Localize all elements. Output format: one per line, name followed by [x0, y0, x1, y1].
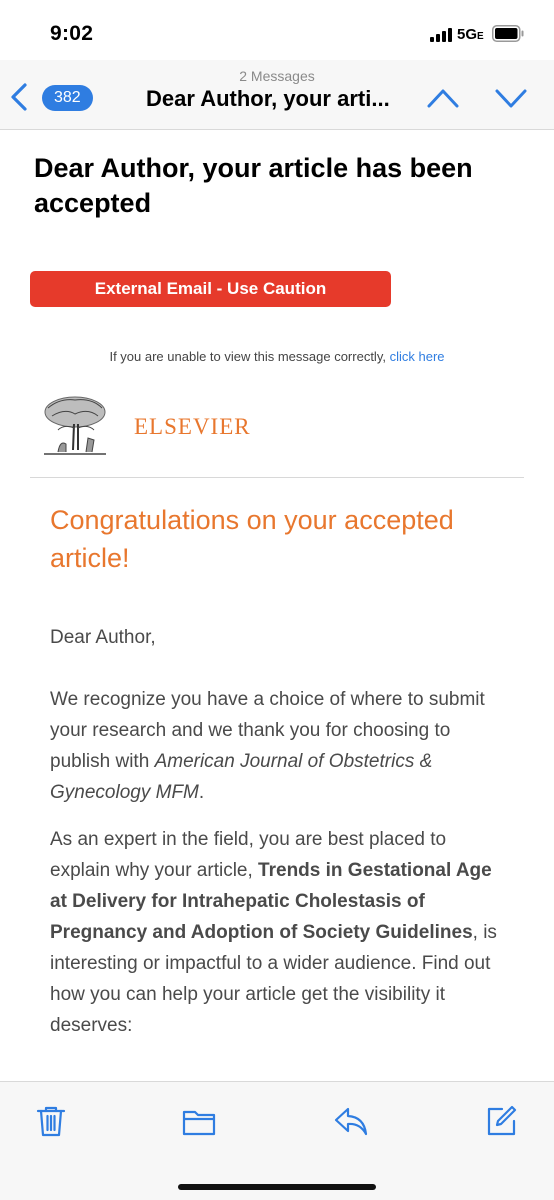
reply-icon[interactable]: [334, 1104, 368, 1138]
click-here-link[interactable]: click here: [390, 349, 445, 364]
paragraph-choice: We recognize you have a choice of where …: [50, 684, 510, 808]
signal-bars-icon: [430, 28, 452, 42]
thread-title: Dear Author, your arti...: [146, 86, 390, 111]
greeting: Dear Author,: [50, 627, 156, 648]
congratulations-heading: Congratulations on your accepted article…: [50, 505, 454, 573]
elsevier-tree-logo-icon: [44, 396, 106, 455]
mailbox-unread-badge[interactable]: 382: [42, 85, 93, 111]
header-divider: [30, 477, 524, 478]
back-chevron-icon[interactable]: [8, 82, 32, 112]
compose-icon[interactable]: [484, 1104, 518, 1138]
folder-icon[interactable]: [182, 1104, 216, 1138]
external-email-caution-banner: External Email - Use Caution: [30, 271, 391, 307]
battery-icon: [492, 25, 524, 42]
status-bar: 9:02 5GE: [0, 0, 554, 60]
paragraph-choice-end: .: [198, 782, 205, 803]
status-time: 9:02: [50, 22, 94, 45]
up-arrow-icon[interactable]: [426, 86, 460, 110]
home-indicator[interactable]: [178, 1184, 376, 1190]
paragraph-visibility: As an expert in the field, you are best …: [50, 824, 510, 1041]
elsevier-logo-text: ELSEVIER: [134, 414, 251, 439]
mail-toolbar: [0, 1081, 554, 1200]
message-count-label: 2 Messages: [239, 68, 315, 84]
view-prompt-text: If you are unable to view this message c…: [109, 349, 386, 364]
network-indicator: 5GE: [457, 26, 484, 43]
email-subject: Dear Author, your article has been accep…: [34, 153, 473, 218]
network-label: 5G: [457, 26, 478, 43]
trash-icon[interactable]: [34, 1104, 68, 1138]
view-prompt-line: If you are unable to view this message c…: [0, 349, 554, 364]
network-suffix: E: [477, 31, 484, 42]
down-arrow-icon[interactable]: [494, 86, 528, 110]
message-nav-header: 2 Messages 382 Dear Author, your arti...: [0, 60, 554, 130]
email-content[interactable]: Dear Author, your article has been accep…: [0, 131, 554, 1081]
